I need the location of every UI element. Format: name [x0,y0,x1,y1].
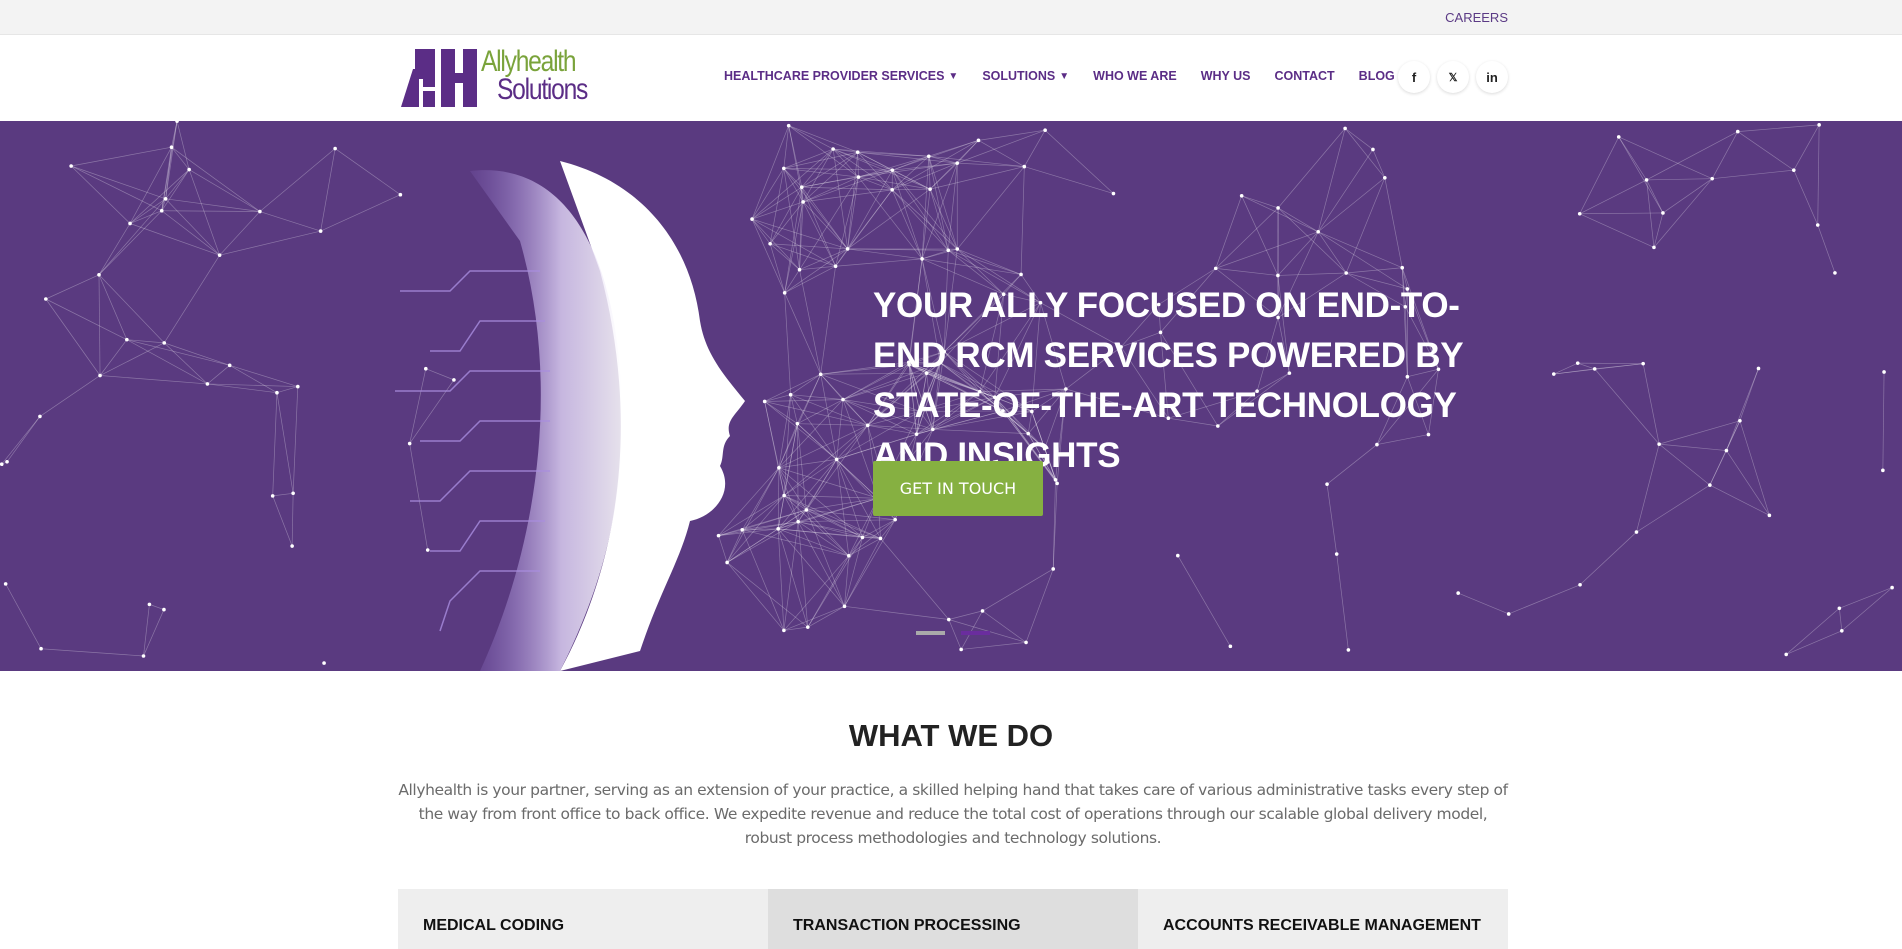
linkedin-icon[interactable]: in [1476,61,1508,93]
hero-headline: YOUR ALLY FOCUSED ON END-TO-END RCM SERV… [873,281,1523,481]
service-card-medical-coding[interactable]: MEDICAL CODING [398,889,768,949]
chevron-down-icon: ▼ [948,71,958,82]
nav-healthcare-provider-services[interactable]: HEALTHCARE PROVIDER SERVICES ▼ [724,69,958,83]
nav-blog[interactable]: BLOG [1359,69,1395,83]
nav-label: SOLUTIONS [982,69,1055,83]
nav-solutions[interactable]: SOLUTIONS ▼ [982,69,1069,83]
service-card-transaction-processing[interactable]: TRANSACTION PROCESSING [768,889,1138,949]
twitter-icon[interactable]: 𝕏 [1437,61,1469,93]
facebook-icon[interactable]: f [1398,61,1430,93]
chevron-down-icon: ▼ [1059,71,1069,82]
hero-banner: YOUR ALLY FOCUSED ON END-TO-END RCM SERV… [0,121,1902,671]
careers-link[interactable]: CAREERS [1445,10,1508,25]
get-in-touch-button[interactable]: GET IN TOUCH [873,461,1043,516]
section-intro: Allyhealth is your partner, serving as a… [398,778,1508,850]
top-bar: CAREERS [0,0,1902,35]
service-card-accounts-receivable[interactable]: ACCOUNTS RECEIVABLE MANAGEMENT [1138,889,1508,949]
nav-why-us[interactable]: WHY US [1201,69,1251,83]
section-title: WHAT WE DO [0,718,1902,754]
logo-text-solutions: Solutions [497,73,587,107]
slider-dot-1[interactable] [916,631,945,635]
nav-contact[interactable]: CONTACT [1274,69,1334,83]
header: Allyhealth Solutions HEALTHCARE PROVIDER… [0,35,1902,121]
ah-logo-mark [401,49,481,109]
nav-label: HEALTHCARE PROVIDER SERVICES [724,69,944,83]
slider-dot-2[interactable] [961,631,990,635]
nav-who-we-are[interactable]: WHO WE ARE [1093,69,1177,83]
logo[interactable]: Allyhealth Solutions [401,49,601,109]
main-nav: HEALTHCARE PROVIDER SERVICES ▼ SOLUTIONS ▼… [724,69,1419,83]
